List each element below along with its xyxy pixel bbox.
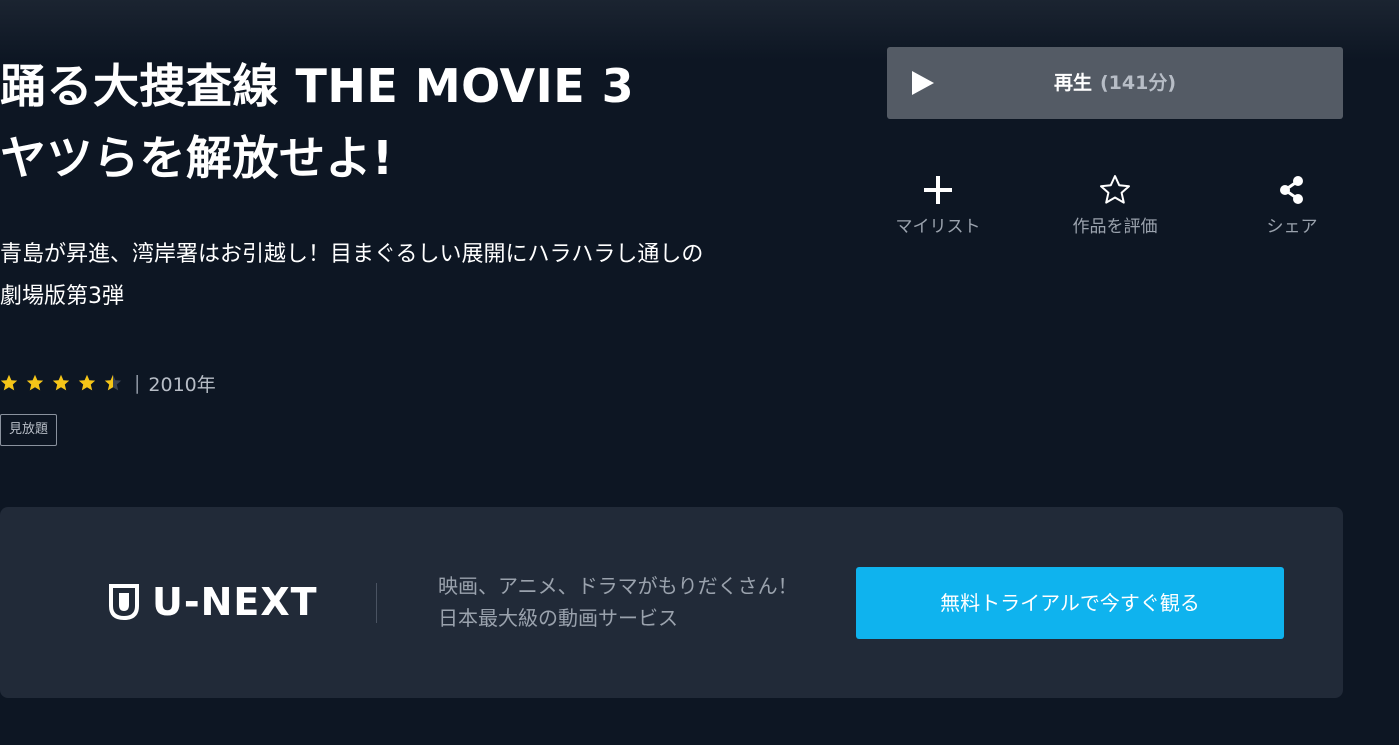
star-half-icon xyxy=(104,374,122,391)
release-year: 2010年 xyxy=(148,373,216,396)
plus-icon xyxy=(924,176,952,204)
title-detail-page: 踊る大捜査線 THE MOVIE 3 ヤツらを解放せよ! 青島が昇進、湾岸署はお… xyxy=(0,0,1399,745)
play-label: 再生 xyxy=(1053,72,1092,94)
logo-text: U-NEXT xyxy=(152,580,318,624)
share-label: シェア xyxy=(1266,217,1318,237)
mylist-button[interactable]: マイリスト xyxy=(868,170,1008,248)
tagline-line-2: 日本最大級の動画サービス xyxy=(438,606,678,630)
star-rating xyxy=(0,374,130,392)
movie-description: 青島が昇進、湾岸署はお引越し！目まぐるしい展開にハラハラし通しの劇場版第3弾 xyxy=(0,242,704,309)
banner-divider xyxy=(376,583,377,623)
star-full-icon xyxy=(0,374,18,391)
play-duration: (141分) xyxy=(1099,72,1177,94)
shield-icon xyxy=(109,584,139,621)
rate-label: 作品を評価 xyxy=(1072,217,1158,237)
star-full-icon xyxy=(78,374,96,391)
play-button[interactable]: 再生 (141分) xyxy=(887,47,1343,119)
star-full-icon xyxy=(52,374,70,391)
play-label-group: 再生 (141分) xyxy=(887,47,1343,119)
share-button[interactable]: シェア xyxy=(1222,170,1362,248)
unext-logo: U-NEXT xyxy=(108,578,318,626)
unlimited-badge: 見放題 xyxy=(0,414,58,446)
meta-separator: | xyxy=(134,372,141,394)
rate-button[interactable]: 作品を評価 xyxy=(1045,170,1185,248)
title-line-2: ヤツらを解放せよ! xyxy=(0,131,394,185)
mylist-label: マイリスト xyxy=(895,217,981,237)
free-trial-button[interactable]: 無料トライアルで今すぐ観る xyxy=(856,567,1284,639)
tagline-line-1: 映画、アニメ、ドラマがもりだくさん！ xyxy=(438,574,798,598)
meta-row: | 2010年 xyxy=(0,368,216,398)
star-full-icon xyxy=(26,374,44,391)
star-outline-icon xyxy=(1100,175,1130,204)
page-title: 踊る大捜査線 THE MOVIE 3 ヤツらを解放せよ! xyxy=(0,50,760,194)
banner-tagline: 映画、アニメ、ドラマがもりだくさん！ 日本最大級の動画サービス xyxy=(438,570,838,634)
share-icon xyxy=(1280,176,1303,204)
title-line-1: 踊る大捜査線 THE MOVIE 3 xyxy=(0,59,635,113)
